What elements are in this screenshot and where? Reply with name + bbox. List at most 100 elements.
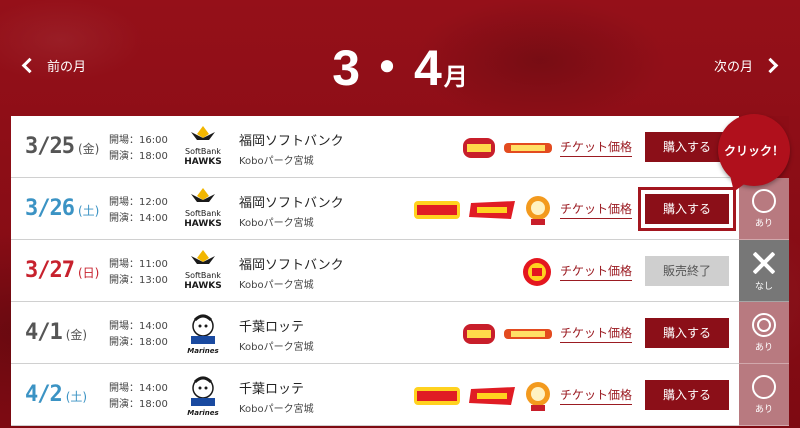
marines-logo-icon: Marines [187, 376, 219, 417]
buy-button[interactable]: 購入する [645, 380, 729, 410]
hawks-logo-icon: SoftBank HAWKS [184, 250, 222, 291]
venue-name: Koboパーク宮城 [239, 156, 314, 167]
cross-icon [751, 250, 777, 276]
open-time: 開場：14:00 [109, 383, 168, 394]
month-title-main: 3・4 [332, 40, 444, 96]
game-row: 3/27 (日) 開場：11:00 開演：13:00 SoftBank HAWKS … [11, 240, 739, 302]
venue-name: Koboパーク宮城 [239, 280, 314, 291]
sold-out-label: 販売終了 [645, 256, 729, 286]
next-month-label: 次の月 [713, 60, 753, 75]
day-of-week: (金) [77, 142, 100, 156]
ticket-price-link[interactable]: チケット価格 [560, 200, 633, 219]
game-row: 3/25 (金) 開場：16:00 開演：18:00 SoftBank HAWKS … [11, 116, 739, 178]
event-badge-icon [463, 138, 495, 158]
open-time: 開場：11:00 [109, 259, 168, 270]
game-times: 開場：14:00 開演：18:00 [109, 381, 168, 413]
start-time: 開演：14:00 [109, 213, 168, 224]
game-times: 開場：11:00 開演：13:00 [109, 257, 168, 289]
availability-cell: あり [739, 178, 789, 240]
venue-name: Koboパーク宮城 [239, 404, 314, 415]
svg-text:HAWKS: HAWKS [184, 219, 221, 229]
hawks-logo-icon: SoftBank HAWKS [184, 126, 222, 167]
ticket-price-link[interactable]: チケット価格 [560, 262, 633, 281]
date-text: 3/26 [25, 196, 75, 221]
day-of-week: (金) [65, 328, 88, 342]
ticket-price-link[interactable]: チケット価格 [560, 324, 633, 343]
availability-column: あり なし あり あり [739, 178, 789, 426]
double-circle-icon [752, 312, 776, 337]
click-callout: クリック！ [718, 114, 790, 186]
game-times: 開場：14:00 開演：18:00 [109, 319, 168, 351]
opponent-name: 千葉ロッテ [239, 320, 305, 335]
festival-badge-icon [414, 201, 460, 219]
availability-cell: あり [739, 302, 789, 364]
ticket-price-link[interactable]: チケット価格 [560, 138, 633, 157]
event-text-badge-icon [504, 143, 552, 153]
venue-name: Koboパーク宮城 [239, 342, 314, 353]
opponent-name: 福岡ソフトバンク [239, 258, 344, 273]
game-date: 4/2 (土) [25, 382, 87, 407]
start-time: 開演：18:00 [109, 399, 168, 410]
month-title-suffix: 月 [443, 64, 468, 91]
day-of-week: (土) [77, 204, 100, 218]
day-of-week: (土) [65, 390, 88, 404]
player-badge-icon [469, 201, 515, 219]
buy-button[interactable]: 購入する [638, 187, 736, 231]
hawks-logo-icon: SoftBank HAWKS [184, 188, 222, 229]
day-of-week: (日) [77, 266, 100, 280]
buy-button[interactable]: 購入する [645, 132, 729, 162]
svg-text:SoftBank: SoftBank [185, 271, 221, 280]
opponent-name: 福岡ソフトバンク [239, 134, 344, 149]
svg-text:SoftBank: SoftBank [185, 209, 221, 218]
event-text-badge-icon [504, 329, 552, 339]
start-time: 開演：18:00 [109, 337, 168, 348]
svg-text:Marines: Marines [187, 409, 218, 417]
open-time: 開場：16:00 [109, 135, 168, 146]
event-badge-icon [463, 324, 495, 344]
page-title: 3・4月 [0, 28, 800, 100]
player-badge-icon [469, 387, 515, 405]
availability-cell: なし [739, 240, 789, 302]
game-date: 3/25 (金) [25, 134, 99, 159]
marines-logo-icon: Marines [187, 314, 219, 355]
month-header: 前の月 3・4月 次の月 [0, 0, 800, 112]
flower-badge-icon [526, 382, 550, 411]
availability-cell: あり [739, 364, 789, 426]
click-callout-text: クリック！ [723, 143, 784, 158]
game-date: 4/1 (金) [25, 320, 87, 345]
game-times: 開場：12:00 開演：14:00 [109, 195, 168, 227]
flower-badge-icon [526, 196, 550, 225]
ticket-price-link[interactable]: チケット価格 [560, 386, 633, 405]
game-row: 4/2 (土) 開場：14:00 開演：18:00 Marines 千葉ロッテ Ko… [11, 364, 739, 426]
svg-text:HAWKS: HAWKS [184, 281, 221, 291]
circle-icon [752, 374, 776, 399]
game-row: 3/26 (土) 開場：12:00 開演：14:00 SoftBank HAWKS … [11, 178, 739, 240]
event-badges [413, 190, 553, 230]
availability-label: あり [754, 342, 773, 353]
opponent-name: 千葉ロッテ [239, 382, 305, 397]
availability-label: あり [754, 218, 773, 229]
date-text: 4/1 [25, 320, 63, 345]
event-badges [461, 128, 553, 168]
event-badges [521, 252, 553, 292]
svg-text:Marines: Marines [187, 347, 218, 355]
start-time: 開演：13:00 [109, 275, 168, 286]
festival-badge-icon [414, 387, 460, 405]
open-time: 開場：12:00 [109, 197, 168, 208]
circle-icon [752, 188, 776, 213]
open-time: 開場：14:00 [109, 321, 168, 332]
start-time: 開演：18:00 [109, 151, 168, 162]
next-month-link[interactable]: 次の月 [714, 56, 780, 75]
buy-button[interactable]: 購入する [645, 318, 729, 348]
date-text: 3/25 [25, 134, 75, 159]
game-date: 3/26 (土) [25, 196, 99, 221]
event-badges [413, 376, 553, 416]
game-date: 3/27 (日) [25, 258, 99, 283]
game-list: 3/25 (金) 開場：16:00 開演：18:00 SoftBank HAWKS … [11, 116, 739, 426]
svg-text:SoftBank: SoftBank [185, 147, 221, 156]
event-badges [461, 314, 553, 354]
opponent-name: 福岡ソフトバンク [239, 196, 344, 211]
date-text: 4/2 [25, 382, 63, 407]
game-row: 4/1 (金) 開場：14:00 開演：18:00 Marines 千葉ロッテ Ko… [11, 302, 739, 364]
game-times: 開場：16:00 開演：18:00 [109, 133, 168, 165]
